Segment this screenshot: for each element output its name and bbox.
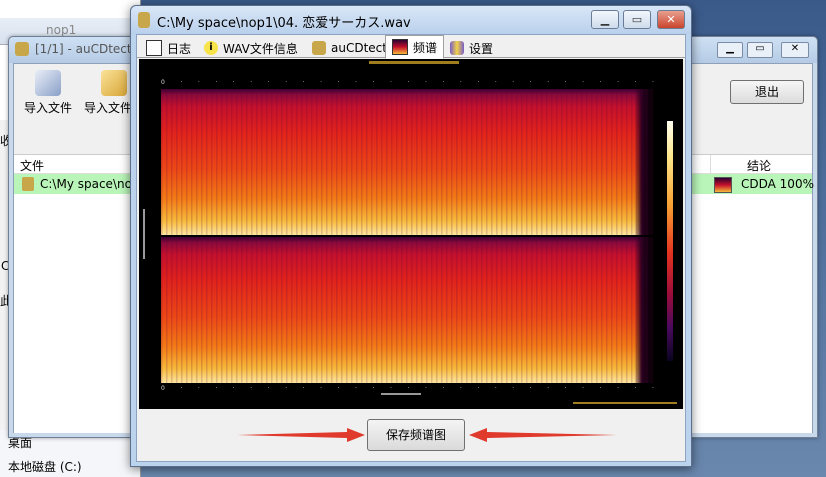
- tab-wav-info-label: WAV文件信息: [223, 41, 298, 56]
- audio-file-icon: [138, 12, 150, 28]
- close-button[interactable]: ✕: [657, 10, 685, 29]
- tab-log-label: 日志: [167, 41, 192, 56]
- settings-icon: [450, 41, 464, 55]
- bg-close-button[interactable]: ✕: [781, 42, 809, 58]
- annotation-arrow-left: [469, 428, 617, 442]
- spectrum-window-title: C:\My space\nop1\04. 恋爱サーカス.wav: [157, 16, 411, 31]
- aucdtect-app-icon: [15, 42, 29, 56]
- annotation-arrow-right: [237, 428, 365, 442]
- import-file-button[interactable]: 导入文件: [18, 68, 78, 120]
- import-file-label: 导入文件: [23, 101, 72, 115]
- spectrum-icon: [392, 39, 408, 55]
- tab-aucdtect-label: auCDtect: [331, 41, 387, 55]
- exit-button[interactable]: 退出: [730, 80, 804, 104]
- aucdtect-main-title: [1/1] - auCDtect: [35, 42, 132, 56]
- tab-spectrum-label: 频谱: [413, 40, 438, 55]
- tab-wav-info[interactable]: i WAV文件信息: [197, 37, 305, 59]
- time-axis-label-mark: [381, 393, 421, 395]
- log-icon: [146, 40, 162, 56]
- spectrum-thumbnail-icon: [714, 177, 732, 193]
- maximize-button[interactable]: ▭: [623, 10, 651, 29]
- spectrum-window-titlebar[interactable]: C:\My space\nop1\04. 恋爱サーカス.wav ▁ ▭ ✕: [131, 6, 691, 34]
- tab-bar: 日志 i WAV文件信息 auCDtect 频谱 设置: [137, 35, 685, 59]
- minimize-button[interactable]: ▁: [591, 10, 619, 29]
- explorer-breadcrumb: nop1: [46, 23, 77, 37]
- spectrum-window-client: 日志 i WAV文件信息 auCDtect 频谱 设置 0 · · · · · …: [136, 34, 686, 462]
- spectrogram-image: 0 · · · · · · · · · · · · · · · · · · · · · · · · · · · · 0 · · · · · · · · ·…: [139, 59, 683, 409]
- music-note-icon: [35, 70, 61, 96]
- tab-settings-label: 设置: [469, 41, 494, 56]
- music-folder-icon: [101, 70, 127, 96]
- tab-aucdtect[interactable]: auCDtect: [305, 37, 394, 59]
- aucdtect-icon: [312, 41, 326, 55]
- tab-spectrum[interactable]: 频谱: [385, 35, 445, 59]
- spectrogram-channel-left: [161, 89, 654, 235]
- tab-settings[interactable]: 设置: [443, 37, 500, 59]
- top-time-ticks: 0 · · · · · · · · · · · · · · · · · · · · · · · · · · · ·: [161, 79, 654, 86]
- spectrogram-channel-right: [161, 237, 654, 383]
- column-divider: [710, 155, 711, 173]
- bg-maximize-button[interactable]: ▭: [747, 42, 773, 58]
- column-header-conclusion[interactable]: 结论: [747, 157, 771, 174]
- audio-file-icon: [22, 177, 34, 191]
- row-conclusion: CDDA 100%: [741, 177, 814, 191]
- spectrogram-caption: [369, 61, 459, 64]
- tab-log[interactable]: 日志: [139, 37, 198, 59]
- frequency-axis-label-mark: [143, 209, 145, 259]
- nav-item-local-disk[interactable]: 本地磁盘 (C:): [8, 458, 82, 475]
- spectrogram-footer: [573, 402, 677, 404]
- column-header-file[interactable]: 文件: [20, 157, 44, 174]
- intensity-color-scale: [667, 121, 673, 361]
- spectrum-window: C:\My space\nop1\04. 恋爱サーカス.wav ▁ ▭ ✕ 日志…: [130, 5, 692, 467]
- bottom-time-ticks: 0 · · · · · · · · · · · · · · · · · · · · · · · · · · · ·: [161, 385, 654, 392]
- info-icon: i: [204, 41, 218, 55]
- save-spectrogram-button[interactable]: 保存频谱图: [367, 419, 465, 451]
- bg-minimize-button[interactable]: ▁: [717, 42, 743, 58]
